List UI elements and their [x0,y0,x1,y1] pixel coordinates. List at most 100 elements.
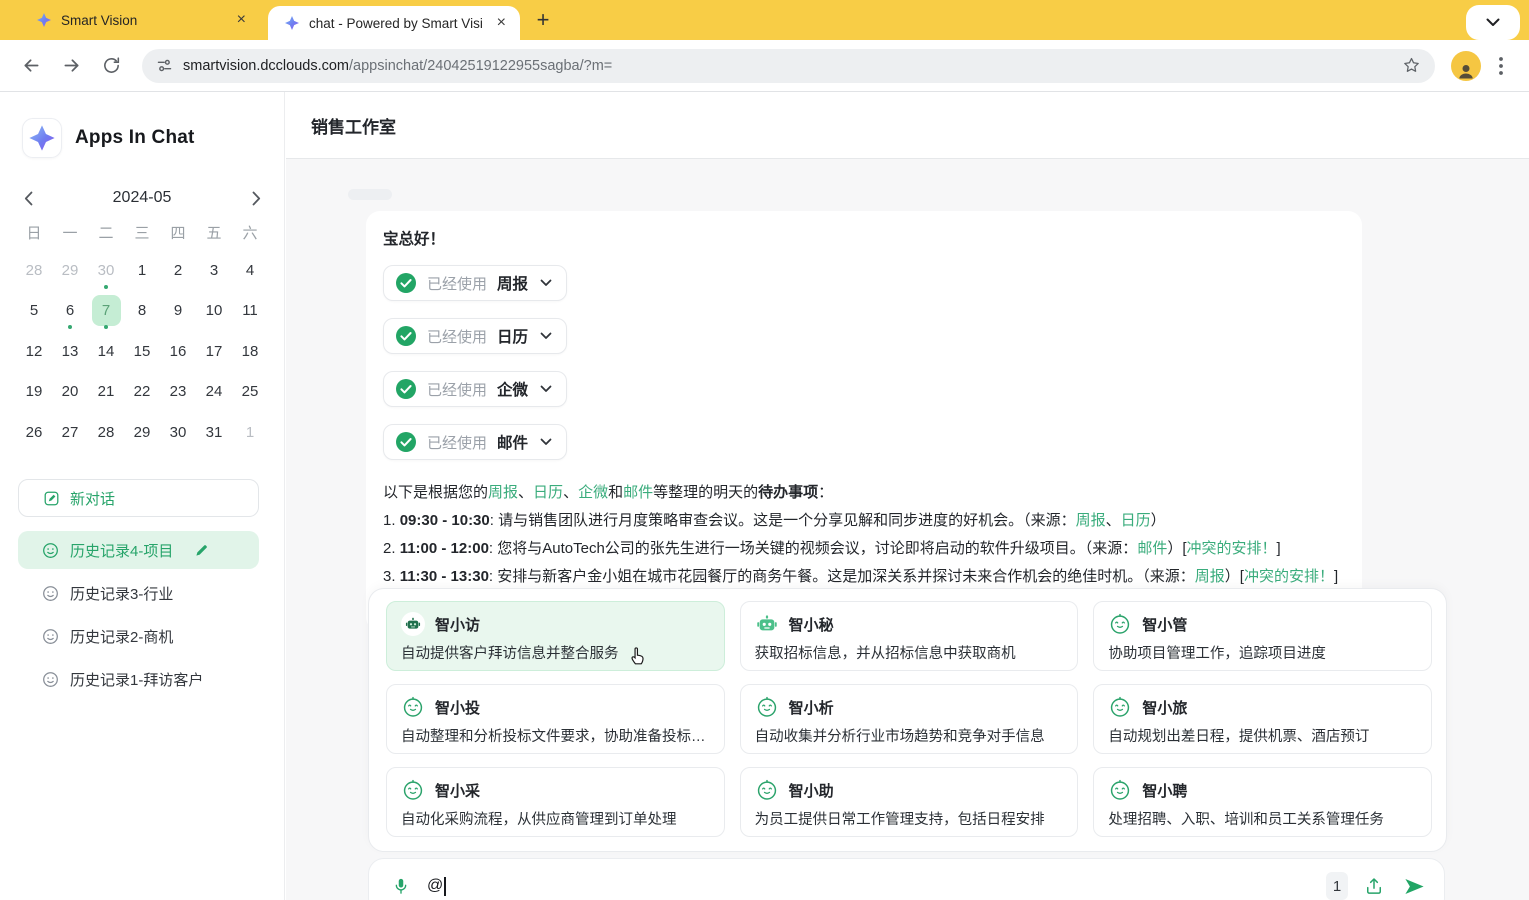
history-item-3[interactable]: 历史记录3-行业 [18,574,259,612]
calendar-day[interactable]: 22 [124,372,160,413]
calendar-day[interactable]: 31 [196,412,232,453]
history-item-1[interactable]: 历史记录1-拜访客户 [18,660,259,698]
calendar-day[interactable]: 30 [160,412,196,453]
calendar-day[interactable]: 8 [124,291,160,332]
agent-card-智小投[interactable]: 智小投自动整理和分析投标文件要求，协助准备投标… [386,684,725,754]
tab-title: Smart Vision [61,13,224,28]
agent-card-智小管[interactable]: 智小管协助项目管理工作，追踪项目进度 [1093,601,1432,671]
new-chat-button[interactable]: 新对话 [18,479,259,517]
calendar-day[interactable]: 21 [88,372,124,413]
calendar-day[interactable]: 1 [124,250,160,291]
tab-search-button[interactable] [1466,5,1520,40]
new-tab-button[interactable]: + [528,5,558,35]
send-icon[interactable] [1400,872,1428,900]
agent-card-智小旅[interactable]: 智小旅自动规划出差日程，提供机票、酒店预订 [1093,684,1432,754]
used-tool-chip-企微[interactable]: 已经使用企微 [383,371,567,407]
agent-card-智小访[interactable]: 智小访自动提供客户拜访信息并整合服务 [386,601,725,671]
calendar-day[interactable]: 29 [52,250,88,291]
bookmark-star-icon[interactable] [1402,56,1421,75]
agent-description: 自动收集并分析行业市场趋势和竞争对手信息 [755,725,1064,746]
source-link[interactable]: 邮件 [623,484,653,501]
chevron-down-icon[interactable] [540,385,552,393]
calendar-day[interactable]: 13 [52,331,88,372]
calendar-day[interactable]: 17 [196,331,232,372]
calendar-day[interactable]: 20 [52,372,88,413]
calendar-day[interactable]: 28 [88,412,124,453]
close-tab-icon[interactable]: × [493,13,510,33]
calendar-day[interactable]: 18 [232,331,268,372]
forward-button[interactable] [54,49,88,83]
calendar-day[interactable]: 14 [88,331,124,372]
calendar-day[interactable]: 27 [52,412,88,453]
calendar-day[interactable]: 29 [124,412,160,453]
smart-vision-favicon-icon [36,12,52,28]
calendar-day[interactable]: 3 [196,250,232,291]
calendar-day[interactable]: 12 [16,331,52,372]
tab-smart-vision[interactable]: Smart Vision × [16,0,260,40]
source-link[interactable]: 企微 [578,484,608,501]
used-tool-chip-邮件[interactable]: 已经使用邮件 [383,424,567,460]
reload-button[interactable] [94,49,128,83]
calendar-day[interactable]: 28 [16,250,52,291]
site-info-icon[interactable] [156,57,173,74]
history-item-4[interactable]: 历史记录4-项目 [18,531,259,569]
source-link[interactable]: 周报 [1076,512,1106,529]
agent-card-智小助[interactable]: 智小助为员工提供日常工作管理支持，包括日程安排 [740,767,1079,837]
calendar-day[interactable]: 10 [196,291,232,332]
agent-card-智小聘[interactable]: 智小聘处理招聘、入职、培训和员工关系管理任务 [1093,767,1432,837]
calendar-next-icon[interactable] [244,186,268,210]
used-tool-chip-日历[interactable]: 已经使用日历 [383,318,567,354]
calendar-day[interactable]: 25 [232,372,268,413]
profile-avatar[interactable] [1451,51,1481,81]
agent-name: 智小聘 [1142,780,1187,801]
calendar-day[interactable]: 11 [232,291,268,332]
source-link[interactable]: 冲突的安排！ [1187,540,1277,557]
source-link[interactable]: 邮件 [1137,540,1167,557]
history-item-2[interactable]: 历史记录2-商机 [18,617,259,655]
calendar-grid: 日一二三四五六282930123456789101112131415161718… [16,214,268,453]
calendar-day[interactable]: 15 [124,331,160,372]
calendar-day[interactable]: 26 [16,412,52,453]
calendar-day[interactable]: 23 [160,372,196,413]
calendar-day[interactable]: 2 [160,250,196,291]
calendar-event-dot [104,325,108,329]
chevron-down-icon[interactable] [540,332,552,340]
chat-bubble-icon [42,628,59,645]
calendar-day[interactable]: 4 [232,250,268,291]
chevron-down-icon[interactable] [540,279,552,287]
chat-bubble-icon [42,671,59,688]
calendar-day[interactable]: 6 [52,291,88,332]
calendar-day[interactable]: 16 [160,331,196,372]
calendar-day[interactable]: 1 [232,412,268,453]
agent-card-智小采[interactable]: 智小采自动化采购流程，从供应商管理到订单处理 [386,767,725,837]
calendar-day[interactable]: 24 [196,372,232,413]
calendar-day[interactable]: 19 [16,372,52,413]
chevron-down-icon[interactable] [540,438,552,446]
close-tab-icon[interactable]: × [233,10,250,30]
microphone-icon[interactable] [387,872,415,900]
source-link[interactable]: 周报 [1195,568,1225,585]
calendar-day[interactable]: 5 [16,291,52,332]
calendar-day-selected[interactable]: 7 [88,291,124,332]
chat-input-bar[interactable]: @ 1 [368,858,1445,900]
calendar-day[interactable]: 9 [160,291,196,332]
back-button[interactable] [14,49,48,83]
used-tool-chip-周报[interactable]: 已经使用周报 [383,265,567,301]
source-link[interactable]: 日历 [533,484,563,501]
agent-card-智小析[interactable]: 智小析自动收集并分析行业市场趋势和竞争对手信息 [740,684,1079,754]
address-bar[interactable]: smartvision.dcclouds.com/appsinchat/2404… [142,49,1435,83]
agent-card-智小秘[interactable]: 智小秘获取招标信息，并从招标信息中获取商机 [740,601,1079,671]
agents-grid: 智小访自动提供客户拜访信息并整合服务智小秘获取招标信息，并从招标信息中获取商机智… [386,601,1432,837]
source-link[interactable]: 冲突的安排！ [1244,568,1334,585]
message-input[interactable]: @ [427,877,446,896]
calendar-day[interactable]: 30 [88,250,124,291]
source-link[interactable]: 周报 [488,484,518,501]
tab-chat-active[interactable]: chat - Powered by Smart Visi × [268,6,520,40]
calendar-prev-icon[interactable] [16,186,40,210]
robot-icon [755,695,779,719]
upload-icon[interactable] [1360,872,1388,900]
source-link[interactable]: 日历 [1121,512,1151,529]
edit-pencil-icon[interactable] [194,542,210,558]
calendar-month-label: 2024-05 [113,189,172,207]
browser-menu-button[interactable] [1487,49,1515,83]
